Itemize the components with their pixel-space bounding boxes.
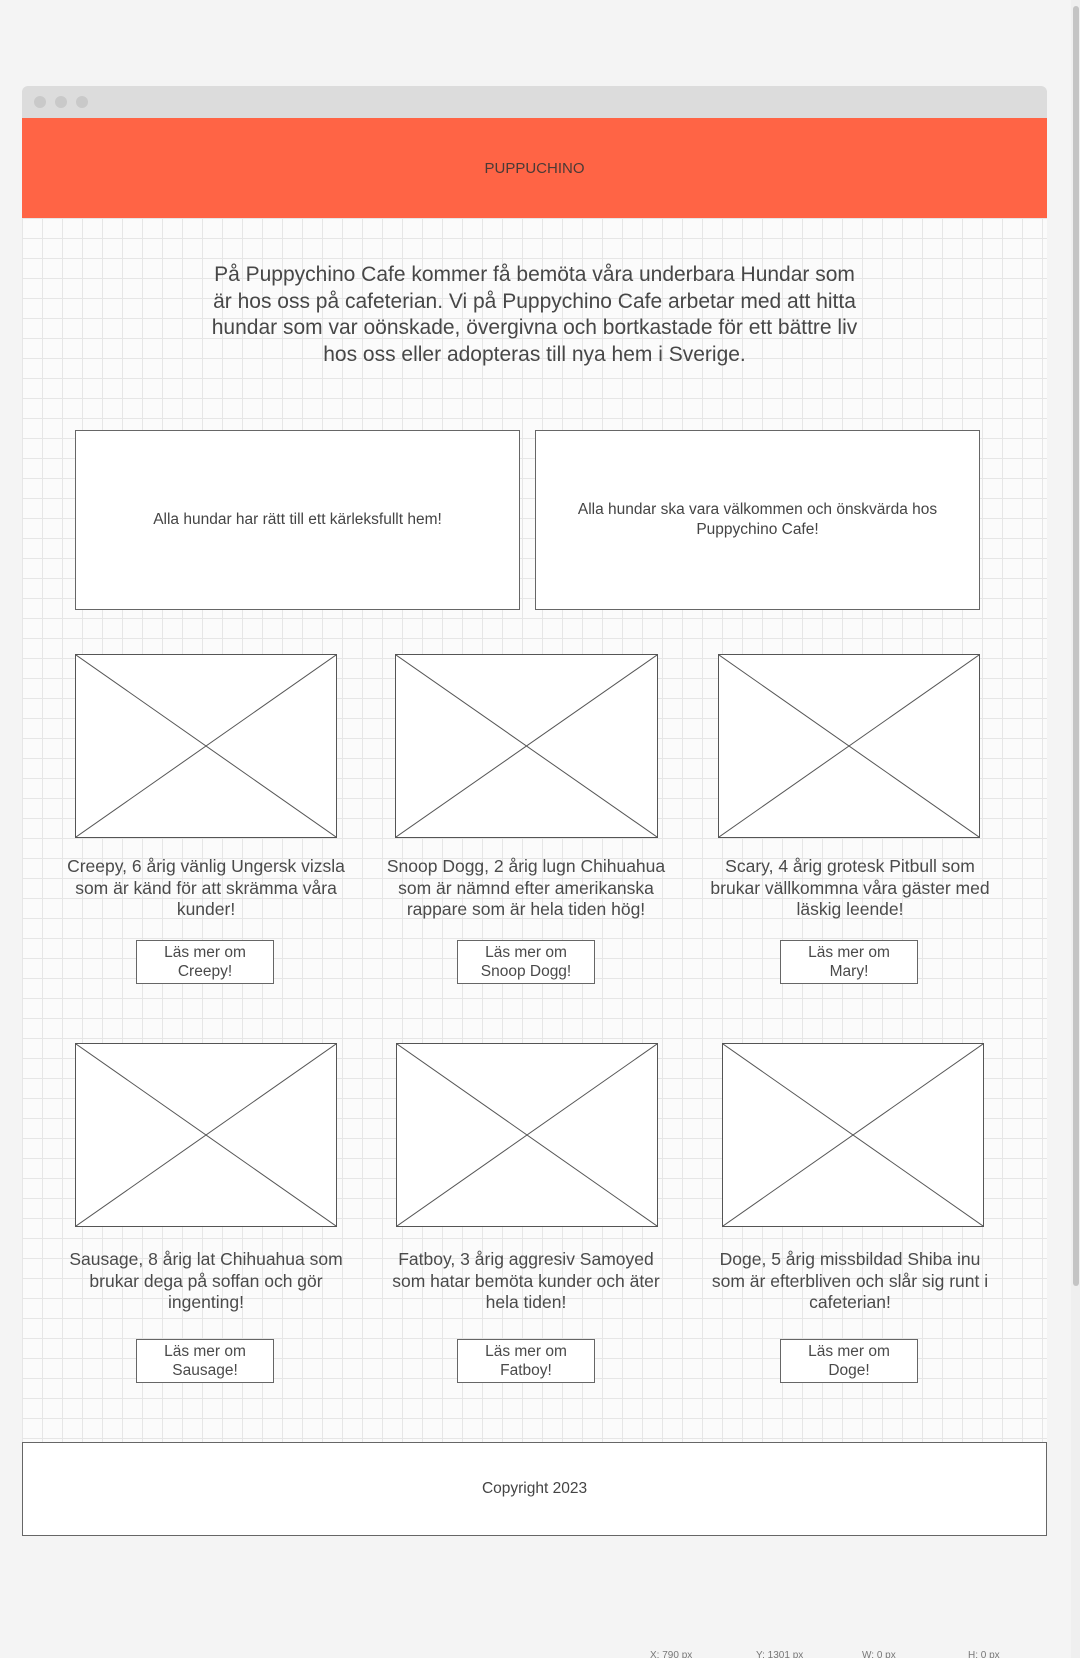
window-close-dot[interactable]	[34, 96, 46, 108]
info-card-welcome: Alla hundar ska vara välkommen och önskv…	[535, 430, 980, 610]
browser-window: PUPPUCHINO På Puppychino Cafe kommer få …	[22, 86, 1047, 1536]
window-minimize-dot[interactable]	[55, 96, 67, 108]
site-footer: Copyright 2023	[22, 1442, 1047, 1536]
dog-image-placeholder	[395, 654, 658, 838]
status-y-readout: Y: 1301 px	[756, 1650, 804, 1658]
read-more-sausage-button[interactable]: Läs mer om Sausage!	[136, 1339, 274, 1383]
dog-image-placeholder	[75, 654, 337, 838]
dog-image-placeholder	[75, 1043, 337, 1227]
info-card-text: Alla hundar har rätt till ett kärleksful…	[153, 511, 442, 528]
scrollbar[interactable]	[1071, 0, 1080, 1658]
read-more-snoop-dogg-button[interactable]: Läs mer om Snoop Dogg!	[457, 940, 595, 984]
scrollbar-thumb[interactable]	[1073, 6, 1079, 1286]
site-title: PUPPUCHINO	[484, 159, 585, 177]
dog-description: Scary, 4 årig grotesk Pitbull som brukar…	[710, 856, 990, 919]
page-canvas: På Puppychino Cafe kommer få bemöta våra…	[22, 218, 1047, 1534]
dog-description: Sausage, 8 årig lat Chihuahua som brukar…	[69, 1249, 343, 1312]
dog-description: Fatboy, 3 årig aggresiv Samoyed som hata…	[392, 1249, 660, 1312]
intro-text: På Puppychino Cafe kommer få bemöta våra…	[211, 263, 858, 366]
status-x-readout: X: 790 px	[650, 1650, 693, 1658]
dog-image-placeholder	[722, 1043, 984, 1227]
dog-image-placeholder	[718, 654, 980, 838]
read-more-mary-button[interactable]: Läs mer om Mary!	[780, 940, 918, 984]
read-more-fatboy-button[interactable]: Läs mer om Fatboy!	[457, 1339, 595, 1383]
info-card-text: Alla hundar ska vara välkommen och önskv…	[577, 501, 938, 538]
dog-image-placeholder	[396, 1043, 658, 1227]
status-h-readout: H: 0 px	[968, 1650, 1000, 1658]
dog-description: Snoop Dogg, 2 årig lugn Chihuahua som är…	[386, 856, 666, 919]
dog-description: Doge, 5 årig missbildad Shiba inu som är…	[711, 1249, 989, 1312]
site-header: PUPPUCHINO	[22, 118, 1047, 218]
window-maximize-dot[interactable]	[76, 96, 88, 108]
read-more-creepy-button[interactable]: Läs mer om Creepy!	[136, 940, 274, 984]
window-titlebar	[22, 86, 1047, 118]
info-card-homes: Alla hundar har rätt till ett kärleksful…	[75, 430, 520, 610]
copyright-text: Copyright 2023	[481, 1480, 588, 1497]
status-w-readout: W: 0 px	[862, 1650, 896, 1658]
read-more-doge-button[interactable]: Läs mer om Doge!	[780, 1339, 918, 1383]
dog-description: Creepy, 6 årig vänlig Ungersk vizsla som…	[67, 856, 345, 919]
